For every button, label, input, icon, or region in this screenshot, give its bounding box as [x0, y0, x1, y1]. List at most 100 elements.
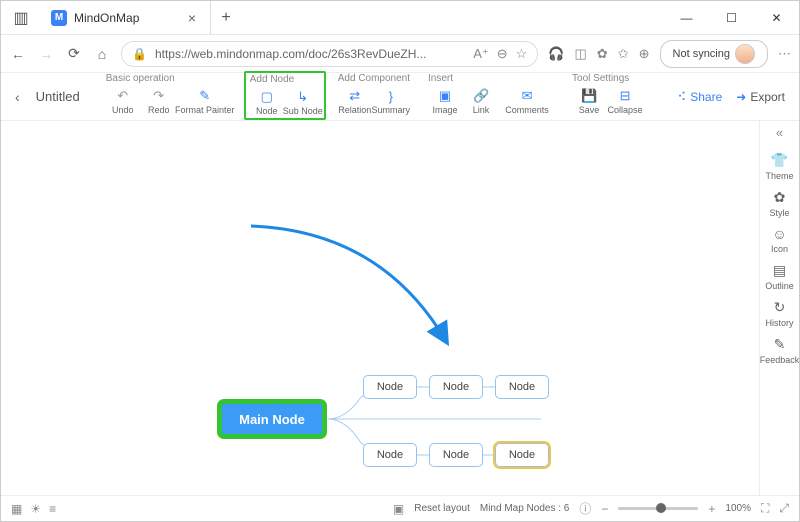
panel-collapse-icon[interactable]: « [776, 125, 783, 140]
theme-icon: 👕 [771, 152, 788, 169]
relation-button[interactable]: ⇄Relation [338, 86, 372, 117]
icon-button[interactable]: ☺Icon [771, 226, 788, 254]
style-icon: ✿ [774, 189, 786, 206]
new-tab-button[interactable]: + [211, 1, 241, 34]
star-icon[interactable]: ☆ [516, 46, 528, 62]
summary-button[interactable]: }Summary [374, 86, 408, 117]
headphones-icon[interactable]: 🎧 [548, 46, 564, 62]
back-chevron-icon[interactable]: ‹ [15, 89, 20, 105]
zoom-out-btn[interactable]: − [601, 502, 608, 516]
undo-icon: ↶ [117, 88, 128, 104]
favorites-icon[interactable]: ✩ [618, 46, 629, 62]
sub-node-4[interactable]: Node [363, 443, 417, 467]
extensions-icon[interactable]: ✿ [597, 46, 608, 62]
url-input[interactable]: 🔒 https://web.mindonmap.com/doc/26s3RevD… [121, 41, 538, 67]
group-add-component: Add Component ⇄Relation }Summary [332, 73, 416, 120]
sub-node-6[interactable]: Node [495, 443, 549, 467]
group-basic-label: Basic operation [106, 73, 232, 84]
back-icon[interactable]: ← [9, 46, 27, 62]
node-icon: ▢ [261, 89, 273, 105]
canvas[interactable]: Main Node Node Node Node Node Node Node [1, 121, 759, 495]
link-button[interactable]: 🔗Link [464, 86, 498, 117]
status-bar: ▦ ☀ ≡ ▣ Reset layout Mind Map Nodes : 6 … [1, 495, 799, 521]
outline-button[interactable]: ▤Outline [765, 262, 794, 291]
zoom-slider[interactable] [618, 507, 698, 510]
collapse-button[interactable]: ⊟Collapse [608, 86, 642, 117]
app-header: ‹ Untitled Basic operation ↶Undo ↷Redo ✎… [1, 73, 799, 121]
redo-icon: ↷ [153, 88, 164, 104]
zoom-level: 100% [725, 503, 751, 514]
subnode-button[interactable]: ↳Sub Node [286, 87, 320, 118]
tab-favicon: M [51, 10, 67, 26]
url-text: https://web.mindonmap.com/doc/26s3RevDue… [155, 47, 465, 61]
tabs-button[interactable]: ▥ [1, 1, 41, 34]
lock-icon: 🔒 [132, 47, 147, 61]
history-icon: ↻ [774, 299, 786, 316]
browser-addressbar: ← → ⟳ ⌂ 🔒 https://web.mindonmap.com/doc/… [1, 35, 799, 73]
zoom-out-icon[interactable]: ⊖ [497, 46, 508, 62]
share-button[interactable]: ⠪Share [677, 90, 722, 104]
group-add-node-label: Add Node [250, 74, 320, 85]
share-icon: ⠪ [677, 90, 686, 104]
browser-titlebar: ▥ M MindOnMap × + — ☐ ✕ [1, 1, 799, 35]
relation-icon: ⇄ [349, 88, 360, 104]
feedback-button[interactable]: ✎Feedback [760, 336, 800, 365]
save-button[interactable]: 💾Save [572, 86, 606, 117]
header-right: ⠪Share ➜Export [677, 90, 785, 104]
maximize-button[interactable]: ☐ [709, 1, 754, 34]
group-basic: Basic operation ↶Undo ↷Redo ✎Format Pain… [100, 73, 238, 120]
format-painter-button[interactable]: ✎Format Painter [178, 86, 232, 117]
undo-button[interactable]: ↶Undo [106, 86, 140, 117]
theme-button[interactable]: 👕Theme [765, 152, 793, 181]
collections-icon[interactable]: ⊕ [639, 46, 650, 62]
style-button[interactable]: ✿Style [769, 189, 789, 218]
fit-icon[interactable]: ⛶ [761, 501, 769, 516]
refresh-icon[interactable]: ⟳ [65, 45, 83, 62]
reset-label[interactable]: Reset layout [414, 503, 470, 514]
cube-icon[interactable]: ◫ [575, 46, 587, 62]
help-icon[interactable]: ⓘ [579, 500, 591, 517]
reset-icon[interactable]: ▣ [393, 502, 404, 516]
subnode-icon: ↳ [297, 89, 308, 105]
sun-icon[interactable]: ☀ [30, 502, 41, 516]
link-icon: 🔗 [473, 88, 489, 104]
group-insert: Insert ▣Image 🔗Link ✉Comments [422, 73, 560, 120]
sub-node-5[interactable]: Node [429, 443, 483, 467]
comments-button[interactable]: ✉Comments [500, 86, 554, 117]
sub-node-1[interactable]: Node [363, 375, 417, 399]
zoom-in-btn[interactable]: + [708, 502, 715, 516]
home-icon[interactable]: ⌂ [93, 46, 111, 62]
sync-button[interactable]: Not syncing [660, 40, 768, 68]
export-button[interactable]: ➜Export [736, 90, 785, 104]
tab-title: MindOnMap [74, 11, 177, 25]
collapse-icon: ⊟ [620, 88, 631, 104]
image-icon: ▣ [439, 88, 451, 104]
smile-icon: ☺ [772, 226, 786, 242]
avatar-icon [735, 44, 755, 64]
forward-icon[interactable]: → [37, 46, 55, 62]
redo-button[interactable]: ↷Redo [142, 86, 176, 117]
summary-icon: } [389, 88, 393, 104]
sub-node-3[interactable]: Node [495, 375, 549, 399]
reader-icon[interactable]: A⁺ [473, 46, 489, 62]
tab-close-icon[interactable]: × [184, 10, 200, 26]
feedback-icon: ✎ [774, 336, 786, 353]
menu-icon[interactable]: ⋯ [778, 46, 791, 62]
fullscreen-icon[interactable]: ⤢ [779, 501, 789, 516]
minimize-button[interactable]: — [664, 1, 709, 34]
canvas-wrap: Main Node Node Node Node Node Node Node … [1, 121, 799, 495]
main-node[interactable]: Main Node [219, 401, 325, 437]
browser-tab[interactable]: M MindOnMap × [41, 1, 211, 34]
sub-node-2[interactable]: Node [429, 375, 483, 399]
grid-icon[interactable]: ▦ [11, 502, 22, 516]
history-button[interactable]: ↻History [765, 299, 793, 328]
side-panel: « 👕Theme ✿Style ☺Icon ▤Outline ↻History … [759, 121, 799, 495]
brush-icon: ✎ [199, 88, 210, 104]
node-button[interactable]: ▢Node [250, 87, 284, 118]
ribbon: Basic operation ↶Undo ↷Redo ✎Format Pain… [100, 73, 648, 120]
list-icon[interactable]: ≡ [49, 502, 56, 516]
outline-icon: ▤ [773, 262, 786, 279]
image-button[interactable]: ▣Image [428, 86, 462, 117]
close-button[interactable]: ✕ [754, 1, 799, 34]
doc-title[interactable]: Untitled [36, 89, 80, 104]
